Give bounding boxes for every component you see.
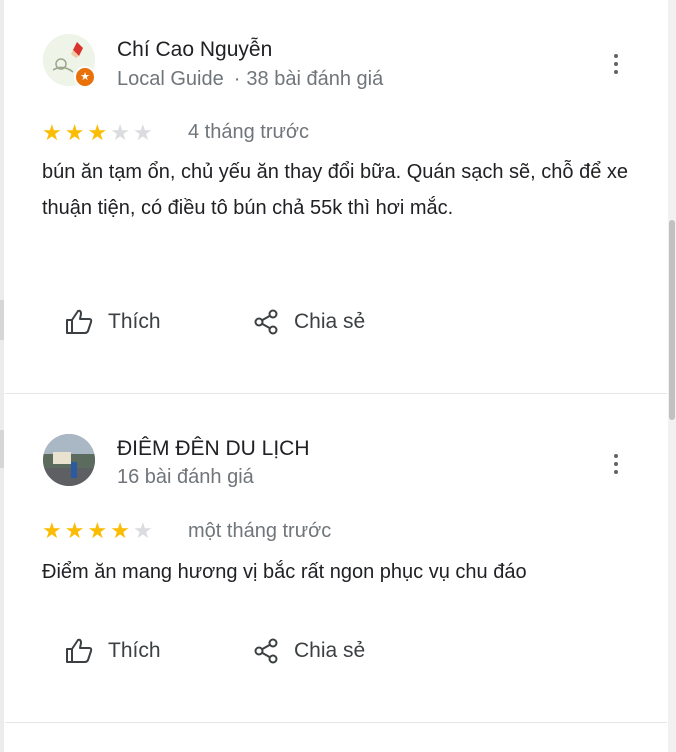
like-label: Thích: [108, 310, 161, 333]
more-vert-icon[interactable]: [606, 450, 626, 480]
star-icon: ★: [87, 518, 108, 543]
star-icon: ★: [42, 120, 62, 145]
thumb-up-icon: [66, 638, 93, 663]
share-button[interactable]: Chia sẻ: [252, 308, 365, 336]
thumb-up-icon: [66, 309, 93, 334]
reviewer-meta: Local Guide · 38 bài đánh giá: [117, 68, 383, 91]
star-icon: ★: [110, 518, 130, 543]
like-label: Thích: [108, 639, 161, 662]
star-icon: ★: [64, 120, 85, 145]
star-icon: ★: [42, 518, 62, 543]
like-button[interactable]: Thích: [64, 637, 161, 665]
scrollbar-thumb[interactable]: [669, 220, 675, 420]
share-label: Chia sẻ: [294, 639, 366, 662]
review-time: một tháng trước: [188, 520, 332, 542]
star-icon: ★: [132, 518, 153, 543]
avatar[interactable]: [43, 434, 95, 486]
review-count: 38 bài đánh giá: [246, 68, 384, 90]
share-label: Chia sẻ: [294, 310, 366, 333]
share-button[interactable]: Chia sẻ: [252, 637, 365, 665]
star-rating: ★ ★ ★ ★ ★: [42, 122, 153, 144]
star-icon: ★: [64, 518, 85, 543]
left-edge-mark: [0, 300, 4, 340]
scrollbar[interactable]: [668, 0, 676, 752]
review-text: Điểm ăn mang hương vị bắc rất ngon phục …: [42, 561, 527, 583]
left-edge-mark: [0, 430, 4, 468]
star-rating: ★ ★ ★ ★ ★: [42, 520, 153, 542]
star-icon: ★: [87, 120, 108, 145]
local-guide-star-icon: ★: [74, 66, 96, 88]
avatar-image: [43, 434, 95, 486]
star-icon: ★: [110, 120, 130, 145]
review-divider: [5, 722, 667, 723]
reviewer-name[interactable]: ĐIÊM ĐÊN DU LỊCH: [117, 437, 310, 461]
reviewer-name[interactable]: Chí Cao Nguyễn: [117, 38, 272, 62]
review-text: bún ăn tạm ổn, chủ yếu ăn thay đổi bữa. …: [42, 161, 628, 219]
like-button[interactable]: Thích: [64, 308, 161, 336]
star-icon: ★: [132, 120, 153, 145]
reviewer-meta: 16 bài đánh giá: [117, 466, 254, 489]
left-edge: [0, 0, 4, 752]
more-vert-icon[interactable]: [606, 50, 626, 80]
separator-dot: ·: [233, 68, 241, 90]
share-icon: [254, 309, 278, 335]
share-icon: [254, 638, 278, 664]
review-time: 4 tháng trước: [188, 121, 310, 143]
review-count: 16 bài đánh giá: [117, 466, 254, 488]
local-guide-label: Local Guide: [117, 68, 224, 90]
